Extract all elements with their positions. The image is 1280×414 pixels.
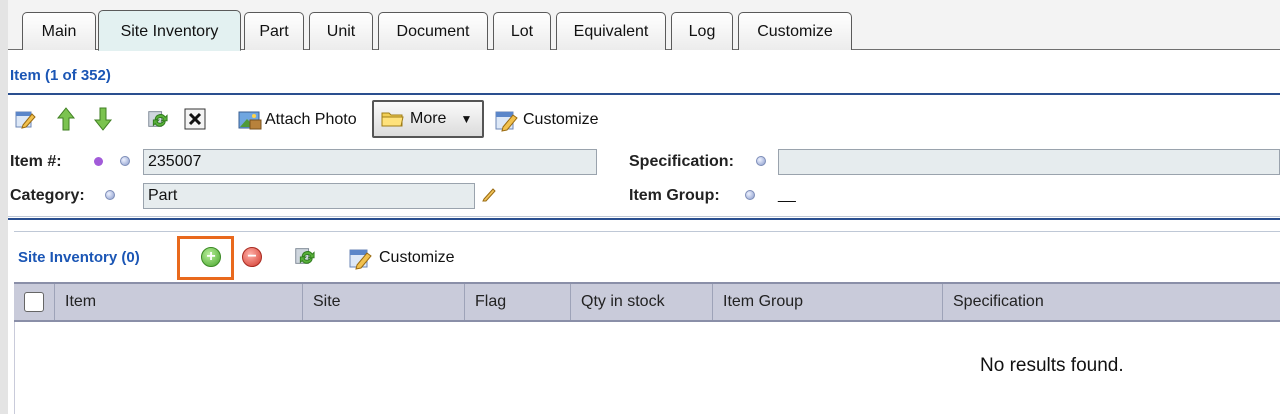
column-item-group[interactable]: Item Group <box>712 284 942 320</box>
item-group-value: __ <box>778 186 796 203</box>
site-customize-icon <box>347 246 379 270</box>
more-label: More <box>410 110 447 127</box>
arrow-down-icon[interactable] <box>92 107 114 131</box>
required-indicator <box>94 157 103 166</box>
edit-icon[interactable] <box>14 108 36 130</box>
section-divider <box>8 216 1280 217</box>
more-dropdown-button[interactable]: More ▼ <box>372 100 484 138</box>
item-section-title: Item (1 of 352) <box>10 67 111 84</box>
photo-icon <box>237 109 265 131</box>
delete-icon[interactable] <box>184 108 206 130</box>
column-item[interactable]: Item <box>54 284 302 320</box>
empty-results-message: No results found. <box>980 355 1124 376</box>
plus-icon: + <box>206 248 216 265</box>
section-divider-blue <box>8 218 1280 220</box>
tab-equivalent[interactable]: Equivalent <box>556 12 666 50</box>
tab-main[interactable]: Main <box>22 12 96 50</box>
site-inventory-title: Site Inventory (0) <box>18 249 140 266</box>
refresh-icon[interactable] <box>146 108 168 130</box>
tab-part[interactable]: Part <box>244 12 304 50</box>
panel-top-rule <box>14 231 1280 232</box>
select-all-checkbox[interactable] <box>24 292 44 312</box>
item-number-info-icon[interactable] <box>120 156 130 166</box>
category-info-icon[interactable] <box>105 190 115 200</box>
item-group-label: Item Group: <box>629 187 720 204</box>
column-specification[interactable]: Specification <box>942 284 1280 320</box>
column-flag[interactable]: Flag <box>464 284 570 320</box>
minus-icon: − <box>247 248 257 265</box>
item-number-field[interactable]: 235007 <box>143 149 597 175</box>
item-header-rule <box>8 93 1280 95</box>
customize-icon <box>493 108 523 132</box>
column-qty-in-stock[interactable]: Qty in stock <box>570 284 712 320</box>
item-customize-button[interactable]: Customize <box>488 102 604 138</box>
arrow-up-icon[interactable] <box>55 107 77 131</box>
attach-photo-button[interactable]: Attach Photo <box>232 102 362 138</box>
item-number-label: Item #: <box>10 153 62 170</box>
site-customize-button[interactable]: Customize <box>342 240 460 276</box>
item-group-info-icon[interactable] <box>745 190 755 200</box>
specification-field[interactable] <box>778 149 1280 175</box>
specification-label: Specification: <box>629 153 734 170</box>
item-customize-label: Customize <box>523 111 599 128</box>
add-row-button[interactable]: + <box>201 247 221 267</box>
attach-photo-label: Attach Photo <box>265 111 357 128</box>
pencil-edit-icon[interactable] <box>480 185 498 203</box>
site-inventory-table-header: Item Site Flag Qty in stock Item Group S… <box>14 282 1280 322</box>
tab-bar: Main Site Inventory Part Unit Document L… <box>8 0 1280 51</box>
category-label: Category: <box>10 187 85 204</box>
tab-document[interactable]: Document <box>378 12 488 50</box>
tab-site-inventory[interactable]: Site Inventory <box>98 10 241 51</box>
tab-unit[interactable]: Unit <box>309 12 373 50</box>
site-refresh-icon[interactable] <box>293 245 315 267</box>
category-field[interactable]: Part <box>143 183 475 209</box>
tab-lot[interactable]: Lot <box>493 12 551 50</box>
site-customize-label: Customize <box>379 249 455 266</box>
folder-icon <box>380 109 408 129</box>
remove-row-button[interactable]: − <box>242 247 262 267</box>
caret-down-icon: ▼ <box>460 112 473 126</box>
specification-info-icon[interactable] <box>756 156 766 166</box>
left-edge-strip <box>0 0 8 414</box>
tab-log[interactable]: Log <box>671 12 733 50</box>
tab-customize[interactable]: Customize <box>738 12 852 50</box>
column-site[interactable]: Site <box>302 284 464 320</box>
